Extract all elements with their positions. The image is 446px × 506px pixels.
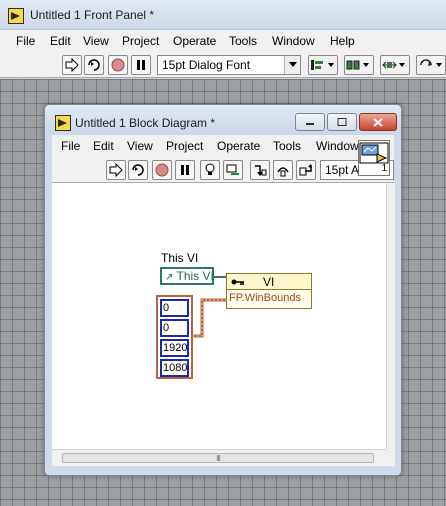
minimize-icon xyxy=(306,123,314,125)
array-element[interactable]: 1920 xyxy=(160,339,189,357)
window-title: Untitled 1 Front Panel * xyxy=(30,8,155,22)
step-over-icon xyxy=(277,167,289,177)
vi-icon xyxy=(359,142,389,164)
font-dropdown-value: 15pt Dialog Font xyxy=(162,58,251,72)
distribute-icon xyxy=(346,60,369,70)
font-dropdown[interactable]: 15pt Dialog Font xyxy=(157,55,301,75)
close-icon xyxy=(373,117,383,127)
horizontal-scrollbar[interactable]: III xyxy=(52,449,386,466)
close-button[interactable] xyxy=(359,113,397,131)
menu-tools[interactable]: Tools xyxy=(229,34,257,48)
step-into-icon xyxy=(255,165,267,176)
scrollbar-corner xyxy=(386,449,395,466)
front-panel-titlebar[interactable]: Untitled 1 Front Panel * xyxy=(0,0,446,30)
array-wire xyxy=(193,298,228,338)
pause-button[interactable] xyxy=(131,55,151,75)
maximize-button[interactable] xyxy=(327,113,357,131)
menu-file[interactable]: File xyxy=(61,139,80,153)
menu-project[interactable]: Project xyxy=(122,34,159,48)
menu-window[interactable]: Window xyxy=(316,139,359,153)
run-continuously-button[interactable] xyxy=(128,160,148,180)
pause-button[interactable] xyxy=(175,160,195,180)
step-into-button[interactable] xyxy=(250,160,270,180)
retain-wire-values-icon xyxy=(226,164,239,175)
block-diagram-menubar: File Edit View Project Operate Tools Win… xyxy=(52,135,394,157)
block-diagram-titlebar[interactable]: Untitled 1 Block Diagram * xyxy=(45,105,401,135)
menu-tools[interactable]: Tools xyxy=(273,139,301,153)
front-panel-menubar: File Edit View Project Operate Tools Win… xyxy=(0,30,446,52)
font-dropdown-value: 15pt A xyxy=(325,163,360,177)
front-panel-toolbar: 15pt Dialog Font xyxy=(0,52,446,78)
run-arrow-icon xyxy=(109,163,123,177)
property-field-fp-winbounds[interactable]: FP.WinBounds xyxy=(229,292,301,304)
array-constant[interactable]: 0 0 1920 1080 xyxy=(156,295,193,379)
key-icon xyxy=(231,279,244,285)
array-element[interactable]: 0 xyxy=(160,299,189,317)
run-button[interactable] xyxy=(62,55,82,75)
align-icon xyxy=(311,60,334,70)
abort-button[interactable] xyxy=(152,160,172,180)
chevron-down-icon xyxy=(284,56,300,74)
reorder-objects-button[interactable] xyxy=(416,55,446,75)
pause-icon xyxy=(181,165,189,175)
property-node-header: VI xyxy=(227,274,311,290)
array-element[interactable]: 0 xyxy=(160,319,189,337)
menu-view[interactable]: View xyxy=(127,139,153,153)
abort-icon xyxy=(111,58,125,72)
run-continuous-icon xyxy=(88,59,100,71)
menu-file[interactable]: File xyxy=(16,34,35,48)
align-objects-button[interactable] xyxy=(308,55,338,75)
vertical-scrollbar[interactable] xyxy=(386,183,395,449)
scroll-grip: III xyxy=(216,453,221,463)
resize-icon xyxy=(382,61,405,69)
property-node-class: VI xyxy=(263,275,275,289)
vi-icon-number: 1 xyxy=(381,163,387,174)
menu-operate[interactable]: Operate xyxy=(217,139,260,153)
labview-vi-icon xyxy=(55,115,71,131)
wires xyxy=(193,276,228,338)
block-diagram-window: Untitled 1 Block Diagram * File Edit Vie… xyxy=(44,104,402,476)
run-arrow-icon xyxy=(65,58,79,72)
retain-wire-values-button[interactable] xyxy=(223,160,243,180)
step-out-icon xyxy=(299,164,312,176)
window-title: Untitled 1 Block Diagram * xyxy=(75,116,216,130)
array-element[interactable]: 1080 xyxy=(160,359,189,377)
highlight-execution-icon xyxy=(205,163,215,175)
run-continuous-icon xyxy=(132,164,144,176)
scroll-thumb[interactable]: III xyxy=(62,453,374,463)
menu-help[interactable]: Help xyxy=(330,34,355,48)
highlight-execution-button[interactable] xyxy=(200,160,220,180)
maximize-icon xyxy=(337,118,347,126)
abort-icon xyxy=(155,163,169,177)
pause-icon xyxy=(137,60,145,70)
menu-project[interactable]: Project xyxy=(166,139,203,153)
block-diagram-canvas[interactable]: This VI ↗ This VI VI FP.WinBounds 0 0 19… xyxy=(52,183,386,449)
step-over-button[interactable] xyxy=(273,160,293,180)
block-diagram-toolbar: 15pt A xyxy=(52,157,394,183)
property-node[interactable]: VI FP.WinBounds xyxy=(226,273,312,309)
abort-button[interactable] xyxy=(108,55,128,75)
menu-operate[interactable]: Operate xyxy=(173,34,216,48)
run-button[interactable] xyxy=(106,160,126,180)
run-continuously-button[interactable] xyxy=(84,55,104,75)
minimize-button[interactable] xyxy=(295,113,325,131)
distribute-objects-button[interactable] xyxy=(344,55,374,75)
menu-view[interactable]: View xyxy=(83,34,109,48)
menu-window[interactable]: Window xyxy=(272,34,315,48)
step-out-button[interactable] xyxy=(296,160,316,180)
resize-objects-button[interactable] xyxy=(380,55,410,75)
vi-icon-pane[interactable]: 1 xyxy=(358,140,390,176)
labview-vi-icon xyxy=(8,8,24,24)
menu-edit[interactable]: Edit xyxy=(50,34,71,48)
menu-edit[interactable]: Edit xyxy=(93,139,114,153)
reorder-icon xyxy=(420,59,442,67)
